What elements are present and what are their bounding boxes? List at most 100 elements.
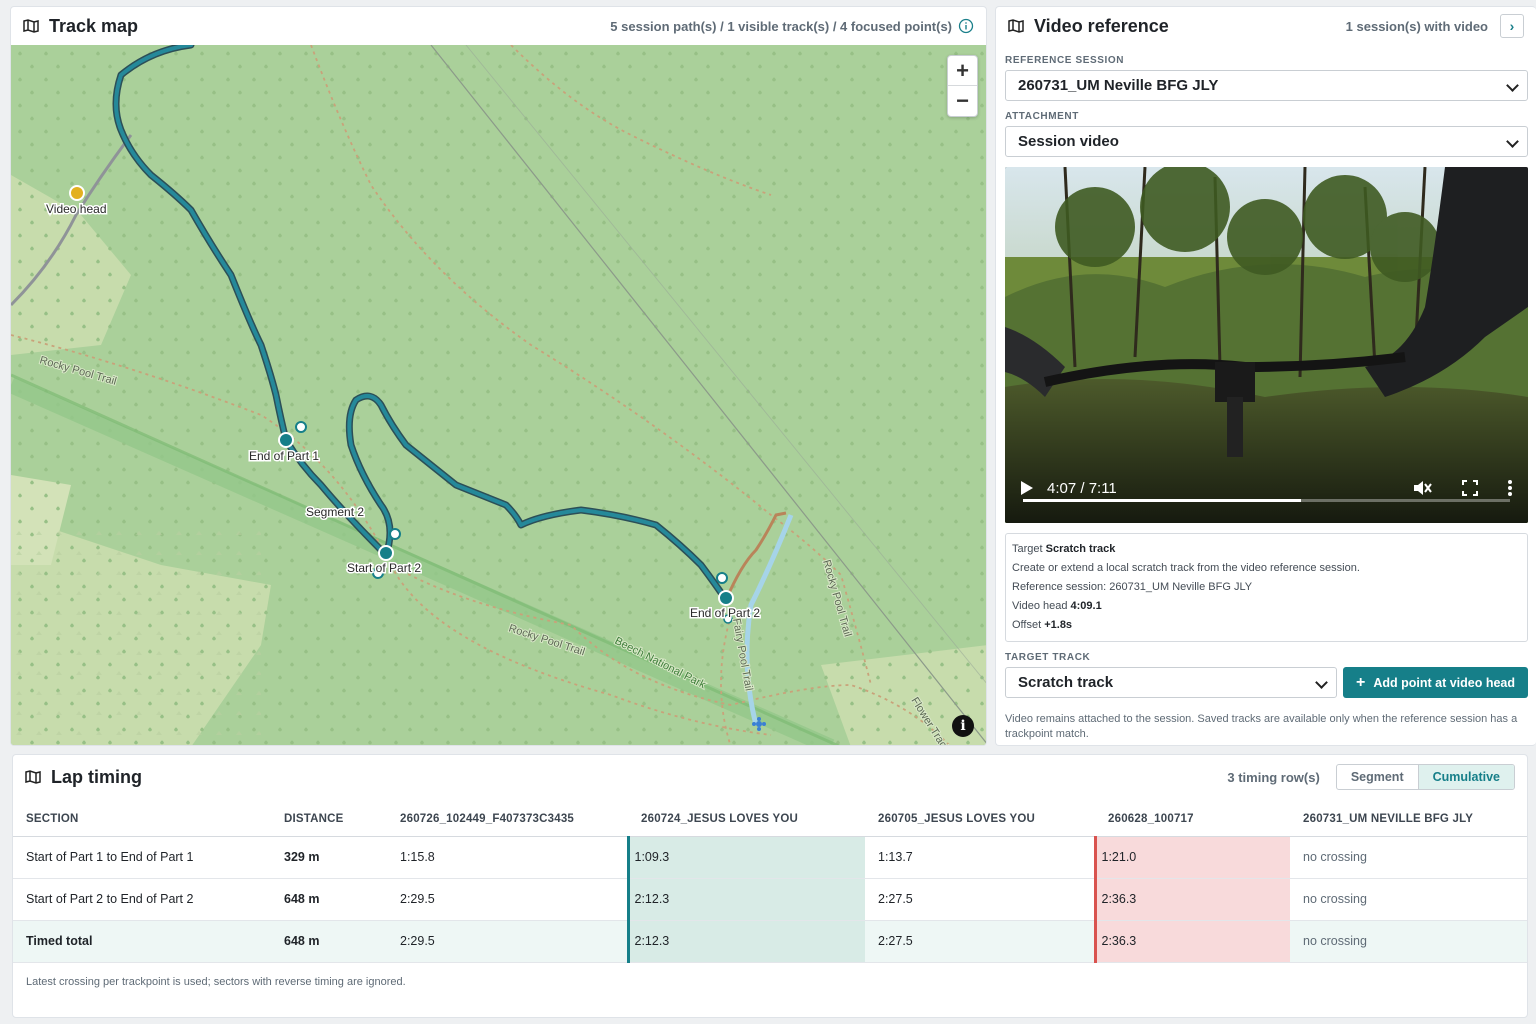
video-head-marker[interactable] — [69, 185, 85, 201]
start-part2-handle[interactable] — [389, 528, 401, 540]
chevron-right-button[interactable]: › — [1500, 14, 1524, 38]
target-track-value: Scratch track — [1018, 674, 1114, 691]
attachment-select[interactable]: Session video — [1005, 126, 1528, 157]
timing-row-count: 3 timing row(s) — [1227, 769, 1320, 785]
info-offset-value: +1.8s — [1044, 619, 1073, 631]
label-end-part2: End of Part 2 — [690, 606, 760, 620]
zoom-out-button[interactable]: − — [948, 86, 977, 116]
plus-icon: + — [1355, 673, 1366, 691]
chevron-down-icon — [1506, 135, 1519, 148]
track-map-meta: 5 session path(s) / 1 visible track(s) /… — [610, 18, 974, 34]
chevron-down-icon — [1506, 79, 1519, 92]
track-map-title: Track map — [49, 15, 139, 36]
track-map-panel: Track map 5 session path(s) / 1 visible … — [10, 6, 987, 746]
cell-time-best: 2:12.3 — [626, 878, 865, 921]
attachment-value: Session video — [1018, 133, 1119, 150]
info-video-head-prefix: Video head — [1012, 600, 1068, 612]
video-title: Video reference — [1034, 15, 1169, 36]
col-session-2[interactable]: 260724_JESUS LOVES YOU — [628, 803, 865, 837]
start-part2-marker[interactable] — [378, 545, 394, 561]
video-meta: 1 session(s) with video › — [1346, 14, 1524, 38]
label-segment2: Segment 2 — [306, 505, 364, 519]
more-vert-icon[interactable] — [1508, 480, 1512, 496]
cumulative-toggle[interactable]: Cumulative — [1417, 765, 1514, 789]
video-time: 4:07 / 7:11 — [1047, 479, 1117, 497]
cell-time: 2:29.5 — [387, 878, 628, 921]
cell-time: 1:15.8 — [387, 836, 628, 879]
cell-no-crossing: no crossing — [1290, 836, 1527, 879]
info-target-value: Scratch track — [1045, 543, 1116, 555]
add-point-button[interactable]: + Add point at video head — [1343, 667, 1528, 698]
map-attribution-button[interactable]: i — [952, 715, 974, 737]
chevron-down-icon — [1315, 676, 1328, 689]
cell-time: 2:29.5 — [387, 920, 628, 963]
cell-time: 2:27.5 — [865, 878, 1095, 921]
cell-time-worst: 1:21.0 — [1093, 836, 1290, 879]
video-controls: 4:07 / 7:11 — [1005, 453, 1528, 523]
zoom-in-button[interactable]: + — [948, 56, 977, 86]
col-session-3[interactable]: 260705_JESUS LOVES YOU — [865, 803, 1095, 837]
end-part2-marker[interactable] — [718, 590, 734, 606]
video-progress-bar[interactable] — [1023, 499, 1510, 502]
mute-icon[interactable] — [1412, 479, 1432, 497]
end-part1-marker[interactable] — [278, 432, 294, 448]
cell-distance: 648 m — [271, 920, 387, 963]
map-icon — [23, 19, 39, 33]
info-circle-icon[interactable] — [958, 18, 974, 34]
cell-no-crossing: no crossing — [1290, 878, 1527, 921]
cell-time-best: 1:09.3 — [626, 836, 865, 879]
lap-meta: 3 timing row(s) Segment Cumulative — [1227, 764, 1515, 790]
map-canvas[interactable]: Video head End of Part 1 Segment 2 Start… — [11, 45, 986, 745]
lap-timing-panel: Lap timing 3 timing row(s) Segment Cumul… — [12, 754, 1528, 1018]
play-icon[interactable] — [1021, 481, 1033, 495]
label-video-head: Video head — [46, 202, 107, 216]
cell-distance: 648 m — [271, 878, 387, 921]
info-offset-prefix: Offset — [1012, 619, 1042, 631]
cell-section: Start of Part 2 to End of Part 2 — [13, 878, 271, 921]
cell-time-worst: 2:36.3 — [1093, 878, 1290, 921]
video-footnote: Video remains attached to the session. S… — [1005, 713, 1518, 740]
cell-time: 2:27.5 — [865, 920, 1095, 963]
info-target-prefix: Target — [1012, 543, 1043, 555]
video-header: Video reference 1 session(s) with video … — [996, 7, 1536, 45]
col-session-1[interactable]: 260726_102449_F407373C3435 — [387, 803, 628, 837]
cell-distance: 329 m — [271, 836, 387, 879]
fullscreen-icon[interactable] — [1462, 480, 1478, 496]
lap-timing-table: SECTION DISTANCE 260726_102449_F407373C3… — [13, 803, 1527, 963]
lap-header: Lap timing 3 timing row(s) Segment Cumul… — [13, 755, 1527, 799]
segment-toggle[interactable]: Segment — [1337, 765, 1418, 789]
attachment-label: ATTACHMENT — [1005, 111, 1079, 122]
video-player[interactable]: 4:07 / 7:11 — [1005, 167, 1528, 523]
video-reference-panel: Video reference 1 session(s) with video … — [995, 6, 1536, 746]
reference-session-label: REFERENCE SESSION — [1005, 55, 1125, 66]
scratch-info-box: Target Scratch track Create or extend a … — [1005, 533, 1528, 642]
col-distance[interactable]: DISTANCE — [271, 803, 387, 837]
map-layer: Video head End of Part 1 Segment 2 Start… — [11, 45, 986, 745]
table-header-row: SECTION DISTANCE 260726_102449_F407373C3… — [13, 803, 1527, 837]
timing-mode-toggle: Segment Cumulative — [1335, 764, 1515, 790]
end-part1-handle[interactable] — [295, 421, 307, 433]
col-section[interactable]: SECTION — [13, 803, 271, 837]
info-video-head: Video head 4:09.1 — [1012, 597, 1521, 616]
zoom-control: + − — [947, 55, 978, 117]
info-offset: Offset +1.8s — [1012, 616, 1521, 635]
table-row-total[interactable]: Timed total 648 m 2:29.5 2:12.3 2:27.5 2… — [13, 920, 1527, 963]
info-reference: Reference session: 260731_UM Neville BFG… — [1012, 581, 1253, 593]
info-video-head-value: 4:09.1 — [1070, 600, 1102, 612]
table-row[interactable]: Start of Part 1 to End of Part 1 329 m 1… — [13, 836, 1527, 879]
table-row[interactable]: Start of Part 2 to End of Part 2 648 m 2… — [13, 878, 1527, 921]
video-session-count: 1 session(s) with video — [1345, 18, 1488, 34]
track-map-header: Track map 5 session path(s) / 1 visible … — [11, 7, 986, 45]
col-session-5[interactable]: 260731_UM NEVILLE BFG JLY — [1290, 803, 1527, 837]
target-track-select[interactable]: Scratch track — [1005, 667, 1337, 698]
col-session-4[interactable]: 260628_100717 — [1095, 803, 1290, 837]
reference-session-select[interactable]: 260731_UM Neville BFG JLY — [1005, 70, 1528, 101]
cell-time-worst: 2:36.3 — [1093, 920, 1290, 963]
track-map-counts: 5 session path(s) / 1 visible track(s) /… — [610, 18, 952, 34]
video-progress-fill — [1023, 499, 1301, 502]
info-target: Target Scratch track — [1012, 540, 1521, 559]
end-part2-handle[interactable] — [716, 572, 728, 584]
target-track-label: TARGET TRACK — [1005, 652, 1091, 663]
lap-title: Lap timing — [51, 766, 142, 787]
cell-section: Timed total — [13, 920, 271, 963]
